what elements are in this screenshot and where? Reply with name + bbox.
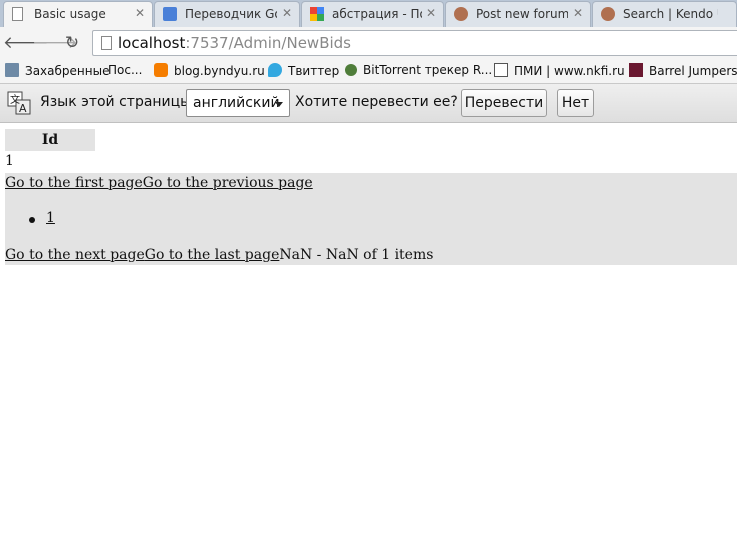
svg-text:A: A	[19, 102, 27, 115]
back-arrow-icon[interactable]: 🡐	[3, 32, 49, 54]
close-tab-icon[interactable]: ✕	[135, 6, 145, 20]
google-icon	[310, 7, 324, 21]
habr-icon	[5, 63, 19, 77]
tab-forum-post[interactable]: Post new forum th ✕	[445, 1, 591, 27]
close-tab-icon[interactable]: ✕	[573, 6, 583, 20]
translate-infobar: 文 A Язык этой страницы английский Хотите…	[0, 84, 737, 123]
bookmark-label: Твиттер	[288, 64, 340, 78]
nkfi-icon	[494, 63, 508, 77]
column-header-id[interactable]: Id	[5, 129, 95, 151]
close-tab-icon[interactable]: ✕	[426, 6, 436, 20]
pager-first-link[interactable]: Go to the first page	[5, 175, 143, 191]
url-path: :7537/Admin/NewBids	[185, 34, 351, 52]
list-bullet	[29, 217, 35, 223]
page-icon	[101, 36, 112, 50]
bookmark-twitter[interactable]: Твиттер	[268, 63, 339, 78]
translate-question: Хотите перевести ее?	[295, 94, 458, 110]
bookmark-label: Захабренные	[25, 64, 110, 78]
bookmark-pmi-nkfi[interactable]: ПМИ | www.nkfi.ru	[494, 63, 625, 78]
language-select-value: английский	[193, 95, 280, 111]
translate-prompt: Язык этой страницы	[40, 94, 192, 110]
bookmark-blog-byndyu[interactable]: blog.byndyu.ru	[154, 63, 265, 78]
bookmark-pos[interactable]: Пос...	[108, 63, 142, 77]
pager-info: NaN - NaN of 1 items	[279, 247, 434, 263]
twitter-bird-icon	[268, 63, 282, 77]
pager-previous-link[interactable]: Go to the previous page	[143, 175, 313, 191]
bookmarks-bar: Захабренные Пос... blog.byndyu.ru Твитте…	[0, 59, 737, 84]
bookmark-bittorrent[interactable]: BitTorrent трекер R...	[345, 63, 492, 77]
translate-icon	[163, 7, 177, 21]
kendo-icon	[454, 7, 468, 21]
bookmark-label: blog.byndyu.ru	[174, 64, 265, 78]
no-button[interactable]: Нет	[557, 89, 594, 117]
torrent-icon	[345, 64, 357, 76]
tab-title: Переводчик Goog	[185, 7, 277, 21]
chevron-down-icon	[275, 102, 283, 107]
tab-title: Post new forum th	[476, 7, 568, 21]
address-bar[interactable]: localhost:7537/Admin/NewBids	[92, 30, 737, 56]
pager-page-1[interactable]: 1	[46, 210, 55, 226]
bookmark-zahabrennye[interactable]: Захабренные	[5, 63, 109, 78]
bookmark-label: BitTorrent трекер R...	[363, 63, 493, 77]
tab-title: Search | Kendo UI	[623, 7, 718, 21]
close-tab-icon[interactable]: ✕	[282, 6, 292, 20]
translate-icon: 文 A	[7, 91, 31, 115]
reload-icon[interactable]: ↻	[61, 32, 83, 54]
browser-toolbar: 🡐 🡒 ↻ localhost:7537/Admin/NewBids	[0, 27, 737, 59]
bookmark-label: Пос...	[108, 63, 143, 77]
barrel-jumpers-icon	[629, 63, 643, 77]
tab-strip: Basic usage ✕ Переводчик Goog ✕ абстраци…	[0, 0, 737, 27]
tab-title: Basic usage	[34, 7, 106, 21]
bookmark-barrel-jumpers[interactable]: Barrel Jumpers |	[629, 63, 737, 78]
language-select[interactable]: английский	[186, 89, 290, 117]
bookmark-label: Barrel Jumpers |	[649, 64, 737, 78]
tab-kendo-search[interactable]: Search | Kendo UI	[592, 1, 737, 27]
tab-basic-usage[interactable]: Basic usage ✕	[3, 1, 153, 27]
table-row: 1	[5, 153, 14, 169]
tab-translator[interactable]: Переводчик Goog ✕	[154, 1, 300, 27]
pager-last-link[interactable]: Go to the last page	[145, 247, 280, 263]
bookmark-label: ПМИ | www.nkfi.ru	[514, 64, 625, 78]
forward-arrow-icon[interactable]: 🡒	[32, 32, 78, 54]
tab-title: абстрация - Поис	[332, 7, 422, 21]
blogger-icon	[154, 63, 168, 77]
page-icon	[12, 7, 23, 21]
url-host: localhost	[118, 34, 186, 52]
grid-pager: Go to the first pageGo to the previous p…	[5, 173, 737, 265]
kendo-icon	[601, 7, 615, 21]
pager-next-link[interactable]: Go to the next page	[5, 247, 145, 263]
translate-button[interactable]: Перевести	[461, 89, 547, 117]
tab-abstraction-search[interactable]: абстрация - Поис ✕	[301, 1, 444, 27]
